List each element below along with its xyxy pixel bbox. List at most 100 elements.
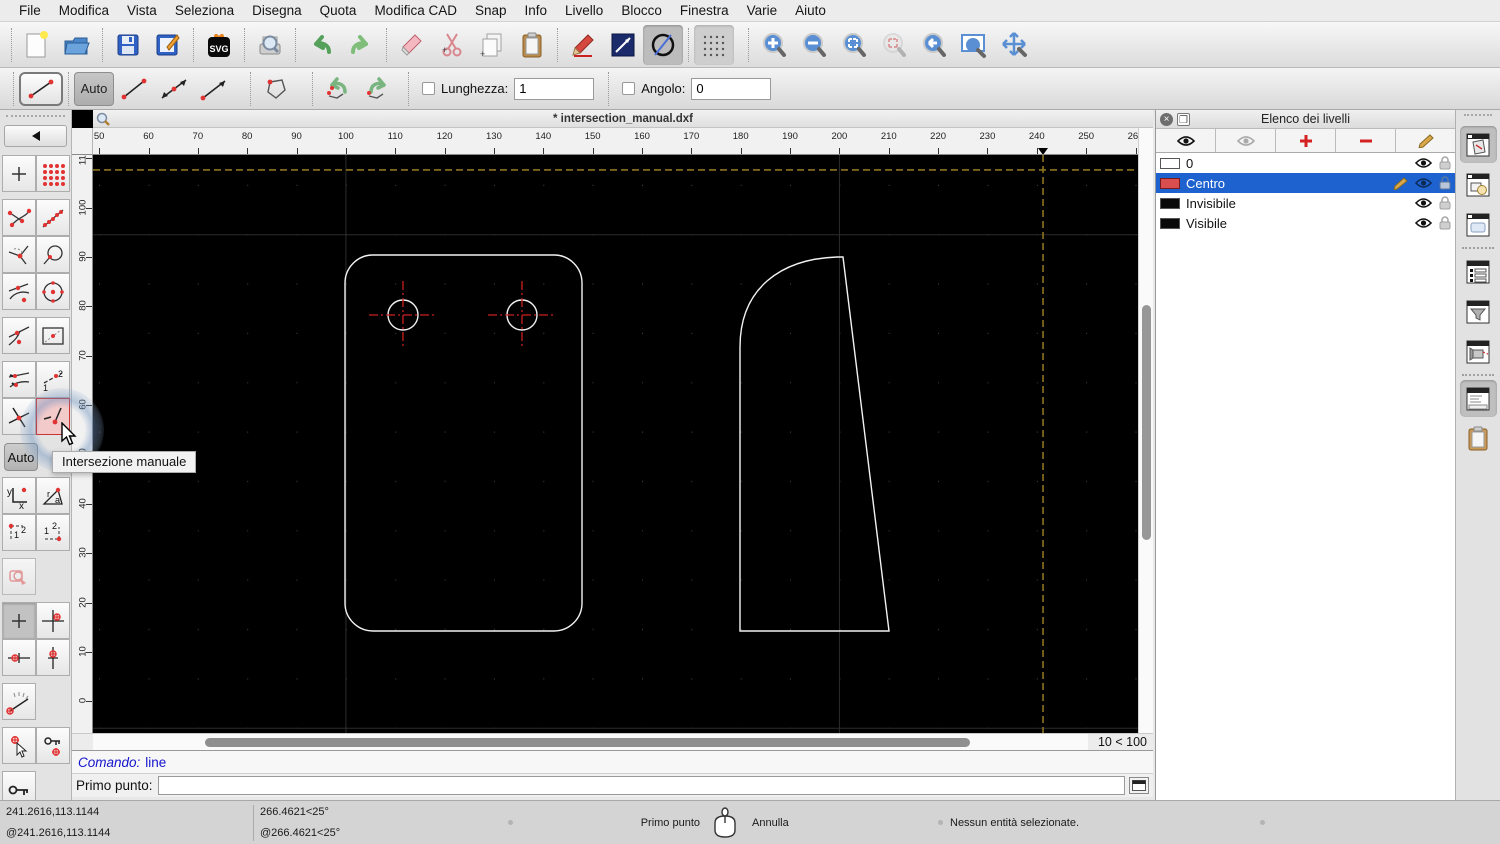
menu-modifica-cad[interactable]: Modifica CAD — [365, 0, 466, 22]
restrict-nothing-button[interactable] — [1, 602, 36, 639]
layer-row-invisibile[interactable]: Invisibile — [1156, 193, 1455, 213]
menu-seleziona[interactable]: Seleziona — [166, 0, 243, 22]
vertical-scrollbar-thumb[interactable] — [1141, 305, 1151, 540]
menu-disegna[interactable]: Disegna — [243, 0, 311, 22]
menu-finestra[interactable]: Finestra — [671, 0, 738, 22]
back-button[interactable] — [4, 125, 67, 147]
horizontal-scrollbar[interactable] — [93, 734, 1088, 751]
dock-command-line-button[interactable] — [1459, 380, 1497, 417]
coordinate-cartesian-button[interactable]: yx — [1, 477, 36, 514]
menu-varie[interactable]: Varie — [738, 0, 787, 22]
undo-segment-button[interactable] — [318, 72, 358, 106]
snap-reference-button[interactable] — [35, 236, 70, 273]
menu-modifica[interactable]: Modifica — [50, 0, 118, 22]
draft-mode-button[interactable] — [643, 24, 683, 65]
menu-snap[interactable]: Snap — [466, 0, 516, 22]
dock-property-list-button[interactable] — [1460, 253, 1497, 290]
layer-lock-icon[interactable] — [1439, 216, 1451, 230]
snap-perpendicular-button[interactable] — [1, 236, 36, 273]
vertical-scrollbar[interactable] — [1138, 128, 1153, 733]
layer-lock-icon[interactable] — [1439, 156, 1451, 170]
dock-layer-list-button[interactable] — [1459, 126, 1497, 163]
menu-vista[interactable]: Vista — [118, 0, 166, 22]
snap-grid-button[interactable] — [35, 155, 70, 192]
zoom-previous-button[interactable] — [914, 25, 954, 65]
layer-lock-icon[interactable] — [1439, 196, 1451, 210]
line-auto-button[interactable]: Auto — [74, 71, 114, 106]
snap-tangent-button[interactable] — [1, 273, 36, 310]
save-button[interactable] — [108, 25, 148, 65]
close-panel-icon[interactable]: × — [1160, 112, 1173, 126]
snap-auto-button[interactable]: Auto — [4, 443, 38, 471]
pan-button[interactable] — [994, 25, 1034, 65]
snap-center-button[interactable] — [35, 273, 70, 310]
layer-row-0[interactable]: 0 — [1156, 153, 1455, 173]
menu-info[interactable]: Info — [516, 0, 557, 22]
menu-quota[interactable]: Quota — [311, 0, 366, 22]
dock-block-list-button[interactable] — [1460, 166, 1497, 203]
snap-endpoints-button[interactable] — [1, 199, 36, 236]
layer-visibility-eye-icon[interactable] — [1415, 157, 1432, 169]
paste-button[interactable] — [512, 25, 552, 65]
layer-visibility-eye-icon[interactable] — [1415, 177, 1432, 189]
layer-lock-icon[interactable] — [1439, 176, 1451, 190]
dock-selection-filter-button[interactable] — [1460, 293, 1497, 330]
remove-layer-button[interactable] — [1336, 129, 1396, 152]
toolbar-drag-handle[interactable] — [1464, 114, 1492, 120]
detach-panel-icon[interactable]: ❐ — [1177, 112, 1190, 126]
redo-button[interactable] — [341, 25, 381, 65]
edit-layer-button[interactable] — [1396, 129, 1455, 152]
line-ray-button[interactable] — [194, 72, 234, 106]
menu-aiuto[interactable]: Aiuto — [786, 0, 835, 22]
angle-checkbox[interactable] — [622, 82, 636, 95]
edit-pencil-button[interactable] — [563, 25, 603, 65]
length-checkbox[interactable] — [422, 82, 435, 95]
grid-toggle-button[interactable] — [694, 24, 734, 65]
snap-free-button[interactable] — [1, 155, 36, 192]
horizontal-scrollbar-thumb[interactable] — [205, 737, 970, 747]
relative-point-1-button[interactable]: 12 — [1, 514, 36, 551]
restrict-horizontal-button[interactable] — [1, 639, 36, 676]
zoom-selection-button[interactable] — [874, 25, 914, 65]
save-as-button[interactable] — [148, 25, 188, 65]
lock-relative-zero-button[interactable] — [35, 727, 70, 764]
layer-visibility-eye-icon[interactable] — [1415, 217, 1432, 229]
zoom-auto-button[interactable] — [834, 25, 874, 65]
add-layer-button[interactable] — [1276, 129, 1336, 152]
show-all-layers-button[interactable] — [1156, 129, 1216, 152]
layer-visibility-eye-icon[interactable] — [1415, 197, 1432, 209]
line-two-points-button[interactable] — [114, 72, 154, 106]
new-document-button[interactable] — [17, 25, 57, 65]
length-input[interactable] — [514, 77, 595, 100]
pencil-icon[interactable] — [1393, 176, 1408, 190]
snap-distance-button[interactable] — [1, 361, 36, 398]
document-titlebar[interactable]: * intersection_manual.dxf — [93, 110, 1153, 128]
zoom-window-button[interactable] — [954, 25, 994, 65]
drawing-canvas[interactable] — [93, 155, 1138, 733]
restrict-off-button[interactable] — [1, 558, 36, 595]
zoom-out-button[interactable] — [794, 25, 834, 65]
dock-library-browser-button[interactable] — [1460, 333, 1497, 370]
restrict-angle-button[interactable] — [1, 683, 36, 720]
current-tool-line-button[interactable] — [19, 71, 63, 106]
copy-button[interactable]: + — [472, 25, 512, 65]
set-relative-zero-button[interactable] — [1, 727, 36, 764]
snap-entity-box-button[interactable] — [35, 317, 70, 354]
snap-on-entity-button[interactable] — [35, 199, 70, 236]
menu-blocco[interactable]: Blocco — [612, 0, 671, 22]
undo-button[interactable] — [301, 25, 341, 65]
line-tool-button[interactable] — [603, 25, 643, 65]
redo-segment-button[interactable] — [358, 72, 398, 106]
cut-button[interactable]: + — [432, 25, 472, 65]
layer-row-visibile[interactable]: Visibile — [1156, 213, 1455, 233]
snap-middle-button[interactable] — [1, 317, 36, 354]
restrict-vertical-button[interactable] — [35, 639, 70, 676]
menu-file[interactable]: File — [10, 0, 50, 22]
menu-livello[interactable]: Livello — [556, 0, 612, 22]
polyline-close-button[interactable] — [256, 72, 296, 106]
delete-button[interactable] — [392, 25, 432, 65]
dock-view-list-button[interactable] — [1460, 206, 1497, 243]
command-input[interactable] — [157, 776, 1125, 795]
snap-intersection-auto-button[interactable] — [1, 398, 36, 435]
command-history-toggle-button[interactable] — [1129, 777, 1149, 794]
